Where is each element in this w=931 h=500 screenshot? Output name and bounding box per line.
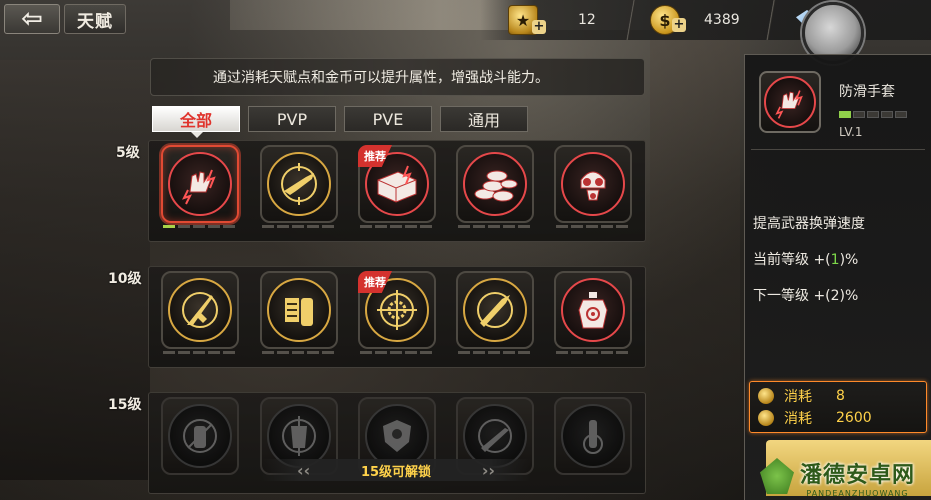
upgrade-cost: 消耗 8 消耗 2600 — [749, 381, 927, 433]
talent-ammo-magazine[interactable] — [260, 271, 338, 349]
rank-points[interactable]: ★ + 12 — [508, 0, 596, 40]
grip-glove-icon — [764, 76, 816, 128]
detail-talent-icon — [759, 71, 821, 133]
tier-label-5: 5级 — [116, 145, 140, 161]
next-level-stat: 下一等级 +(2)% — [753, 288, 859, 304]
detail-level-text: LV.1 — [839, 125, 863, 139]
chevron-left-icon: ‹‹ — [297, 460, 311, 480]
tab-all[interactable]: 全部 — [152, 106, 240, 132]
talent-level-bar — [163, 351, 238, 355]
cost-gold: 消耗 2600 — [758, 408, 872, 428]
melee-knife-icon — [168, 278, 232, 342]
talent-level-bar — [262, 225, 337, 229]
current-level-stat: 当前等级 +(1)% — [753, 252, 859, 268]
coin-stack-icon — [463, 152, 527, 216]
watermark: 潘德安卓网 PANDEANZHUOWANG — [760, 454, 931, 500]
talent-detail-panel: 防滑手套 LV.1 提高武器换弹速度 当前等级 +(1)% 下一等级 +(2)%… — [744, 54, 931, 500]
resource-separator — [762, 0, 780, 40]
talent-row-10: 推荐 — [148, 266, 646, 368]
talent-grenade[interactable] — [161, 397, 239, 475]
detail-level-bar — [839, 111, 909, 118]
chevron-right-icon: ›› — [481, 460, 495, 480]
detail-talent-name: 防滑手套 — [839, 84, 895, 100]
detail-description: 提高武器换弹速度 — [753, 216, 865, 232]
talent-supply-box[interactable]: 推荐 — [358, 145, 436, 223]
tab-pvp[interactable]: PVP — [248, 106, 336, 132]
tier-label-10: 10级 — [108, 271, 142, 287]
gold-balance[interactable]: $ + 4389 — [650, 0, 740, 40]
tab-common[interactable]: 通用 — [440, 106, 528, 132]
divider — [751, 149, 925, 150]
talent-row-5: 推荐 — [148, 140, 646, 242]
talent-target-reticle[interactable]: 推荐 — [358, 271, 436, 349]
ammo-magazine-icon — [267, 278, 331, 342]
talent-blade-crosshair[interactable] — [456, 271, 534, 349]
tab-pve[interactable]: PVE — [344, 106, 432, 132]
info-banner-text: 通过消耗天赋点和金币可以提升属性，增强战斗能力。 — [213, 70, 549, 86]
bio-syringe-icon — [561, 404, 625, 468]
blade-crosshair-icon — [463, 278, 527, 342]
talent-level-bar — [458, 225, 533, 229]
unlock-hint-text: 15级可解锁 — [360, 464, 432, 480]
biohazard-grenade-icon — [561, 278, 625, 342]
gold-value: 4389 — [704, 12, 740, 28]
grenade-icon — [168, 404, 232, 468]
active-tab-pointer — [191, 132, 203, 138]
talent-bio-syringe[interactable] — [554, 397, 632, 475]
grip-glove-icon — [168, 152, 232, 216]
talent-level-bar — [262, 351, 337, 355]
talent-rifle-crosshair[interactable] — [260, 145, 338, 223]
talent-level-bar — [556, 225, 631, 229]
talent-biohazard-grenade[interactable] — [554, 271, 632, 349]
page-title: 天赋 — [77, 11, 113, 32]
rank-points-value: 12 — [578, 12, 596, 28]
add-rank-icon[interactable]: + — [532, 20, 546, 34]
info-banner: 通过消耗天赋点和金币可以提升属性，增强战斗能力。 — [150, 58, 645, 96]
talent-level-bar — [556, 351, 631, 355]
category-tabs: 全部 PVP PVE 通用 — [152, 106, 536, 132]
talent-level-bar — [360, 225, 435, 229]
tier-label-15: 15级 — [108, 397, 142, 413]
cost-talent-points: 消耗 8 — [758, 386, 845, 406]
talent-melee-knife[interactable] — [161, 271, 239, 349]
rank-badge-icon — [758, 388, 774, 404]
gold-coin-icon — [758, 410, 774, 426]
background-pillar — [650, 40, 740, 480]
rifle-crosshair-icon — [267, 152, 331, 216]
resource-separator — [622, 0, 640, 40]
talent-grip-glove[interactable] — [161, 145, 239, 223]
talent-level-bar — [163, 225, 238, 229]
unlock-hint: ‹‹ 15级可解锁 ›› — [261, 459, 531, 481]
talent-level-bar — [360, 351, 435, 355]
gas-mask-icon — [561, 152, 625, 216]
talent-coin-stack[interactable] — [456, 145, 534, 223]
talent-row-15: ‹‹ 15级可解锁 ›› — [148, 392, 646, 494]
back-arrow-icon: ⇦ — [21, 4, 43, 34]
back-button[interactable]: ⇦ — [4, 4, 60, 34]
page-title-box: 天赋 — [64, 4, 126, 34]
talent-level-bar — [458, 351, 533, 355]
add-gold-icon[interactable]: + — [672, 18, 686, 32]
talent-gas-mask[interactable] — [554, 145, 632, 223]
